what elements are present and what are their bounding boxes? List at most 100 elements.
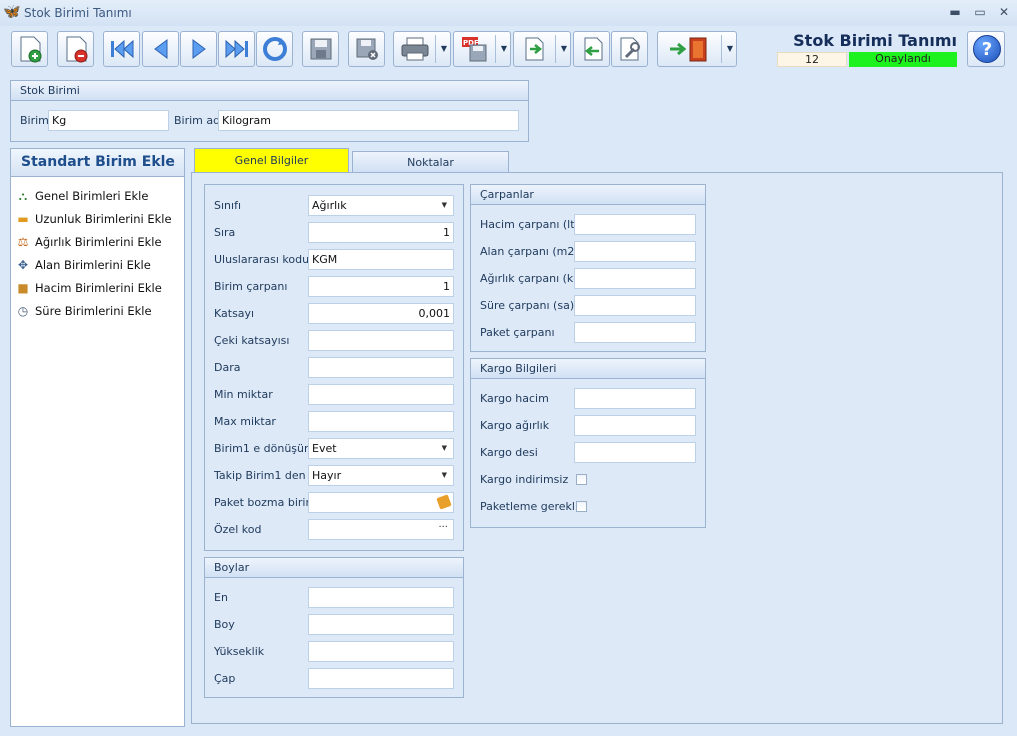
hacim-carpani-lt-input[interactable] [574, 214, 696, 235]
next-record-button[interactable] [180, 31, 217, 67]
side-item-label: Alan Birimlerini Ekle [35, 258, 151, 272]
chevron-down-icon[interactable]: ▼ [442, 466, 447, 485]
max-miktar-input[interactable] [308, 411, 454, 432]
birim-adi-label: Birim adı [174, 114, 224, 127]
chevron-down-icon[interactable]: ▼ [442, 196, 447, 215]
sira-input[interactable]: 1 [308, 222, 454, 243]
group-heading: Stok Birimi [11, 81, 528, 101]
close-icon[interactable]: ✕ [993, 3, 1015, 21]
kargo-hacim-input[interactable] [574, 388, 696, 409]
birim-adi-input[interactable]: Kilogram [218, 110, 519, 131]
print-button[interactable]: ▼ [393, 31, 451, 67]
save-button[interactable] [302, 31, 339, 67]
chevron-down-icon[interactable]: ▼ [442, 439, 447, 458]
katsayi-input[interactable]: 0,001 [308, 303, 454, 324]
side-item-alan-birimlerini-ekle[interactable]: ✥ Alan Birimlerini Ekle [15, 255, 151, 275]
uluslararasi-kodu-label: Uluslararası kodu [214, 253, 310, 266]
cap-input[interactable] [308, 668, 454, 689]
kargo-agirlik-input[interactable] [574, 415, 696, 436]
maximize-icon[interactable]: ▭ [969, 3, 991, 21]
kargo-desi-input[interactable] [574, 442, 696, 463]
paket-bozma-birimi-input[interactable] [308, 492, 454, 513]
agirlik-carpani-kg-input[interactable] [574, 268, 696, 289]
agirlik-carpani-kg-label: Ağırlık çarpanı (kg) [480, 272, 585, 285]
ozel-kod-input[interactable]: ··· [308, 519, 454, 540]
last-record-button[interactable] [218, 31, 255, 67]
help-button[interactable]: ? [967, 31, 1005, 67]
min-miktar-label: Min miktar [214, 388, 273, 401]
hierarchy-icon: ⛬ [18, 189, 28, 203]
dara-input[interactable] [308, 357, 454, 378]
tools-button[interactable] [611, 31, 648, 67]
delete-record-button[interactable] [57, 31, 94, 67]
import-button[interactable] [573, 31, 610, 67]
boy-label: Boy [214, 618, 235, 631]
field-value: Hayır [312, 469, 342, 482]
kargo-indirimsiz-checkbox[interactable] [576, 474, 587, 485]
side-item-genel-birimleri-ekle[interactable]: ⛬ Genel Birimleri Ekle [15, 186, 149, 206]
birim1-e-donusur-label: Birim1 e dönüşür [214, 442, 309, 455]
takip-birim1-den-label: Takip Birim1 den [214, 469, 306, 482]
en-label: En [214, 591, 228, 604]
min-miktar-input[interactable] [308, 384, 454, 405]
tab-genel-bilgiler[interactable]: Genel Bilgiler [194, 148, 349, 173]
tools-icon [620, 37, 640, 61]
form-heading: Stok Birimi Tanımı [793, 31, 957, 50]
kargo-hacim-label: Kargo hacim [480, 392, 549, 405]
pdf-export-icon: PDF [462, 37, 487, 62]
birim-label: Birim [20, 114, 49, 127]
side-item-agirlik-birimlerini-ekle[interactable]: ⚖ Ağırlık Birimlerini Ekle [15, 232, 162, 252]
import-icon [584, 37, 602, 61]
sinifi-input[interactable]: Ağırlık ▼ [308, 195, 454, 216]
group-heading: Kargo Bilgileri [471, 359, 705, 379]
takip-birim1-den-input[interactable]: Hayır ▼ [308, 465, 454, 486]
uluslararasi-kodu-input[interactable]: KGM [308, 249, 454, 270]
paket-carpani-label: Paket çarpanı [480, 326, 555, 339]
chevron-down-icon: ▼ [500, 44, 507, 53]
yukseklik-label: Yükseklik [214, 645, 265, 658]
previous-record-button[interactable] [142, 31, 179, 67]
field-value: 1 [443, 280, 450, 293]
window-title: Stok Birimi Tanımı [24, 6, 132, 20]
katsayi-label: Katsayı [214, 307, 255, 320]
minimize-icon[interactable]: ▬ [944, 3, 966, 21]
side-item-label: Hacim Birimlerini Ekle [35, 281, 162, 295]
ruler-icon: ▬ [17, 212, 29, 226]
en-input[interactable] [308, 587, 454, 608]
alan-carpani-m2-input[interactable] [574, 241, 696, 262]
cancel-save-button[interactable] [348, 31, 385, 67]
export-button[interactable]: ▼ [513, 31, 571, 67]
field-value: Ağırlık [312, 199, 347, 212]
first-record-button[interactable] [103, 31, 140, 67]
new-record-button[interactable] [11, 31, 48, 67]
birim-carpani-input[interactable]: 1 [308, 276, 454, 297]
ceki-katsayisi-input[interactable] [308, 330, 454, 351]
sure-carpani-sa-input[interactable] [574, 295, 696, 316]
chevron-down-icon: ▼ [726, 44, 733, 53]
previous-record-icon [153, 39, 167, 59]
delete-record-icon [66, 36, 87, 63]
refresh-icon [262, 37, 287, 61]
yukseklik-input[interactable] [308, 641, 454, 662]
pdf-export-button[interactable]: PDF ▼ [453, 31, 511, 67]
side-item-uzunluk-birimlerini-ekle[interactable]: ▬ Uzunluk Birimlerini Ekle [15, 209, 171, 229]
birim-input[interactable]: Kg [48, 110, 169, 131]
side-item-sure-birimlerini-ekle[interactable]: ◷ Süre Birimlerini Ekle [15, 301, 152, 321]
refresh-button[interactable] [256, 31, 293, 67]
new-record-icon [20, 36, 41, 63]
tab-noktalar[interactable]: Noktalar [352, 151, 509, 173]
paket-carpani-input[interactable] [574, 322, 696, 343]
tag-icon[interactable] [436, 494, 452, 510]
record-number: 12 [777, 52, 847, 67]
group-heading: Boylar [205, 558, 463, 578]
exit-button[interactable]: ▼ [657, 31, 737, 67]
ellipsis-icon[interactable]: ··· [438, 520, 448, 537]
paket-bozma-birimi-label: Paket bozma birimi [214, 496, 320, 509]
boy-input[interactable] [308, 614, 454, 635]
field-value: 0,001 [418, 307, 451, 320]
side-item-hacim-birimlerini-ekle[interactable]: ■ Hacim Birimlerini Ekle [15, 278, 162, 298]
paketleme-gerekli-checkbox[interactable] [576, 501, 587, 512]
birim1-e-donusur-input[interactable]: Evet ▼ [308, 438, 454, 459]
sinifi-label: Sınıfı [214, 199, 241, 212]
save-icon [310, 38, 331, 60]
